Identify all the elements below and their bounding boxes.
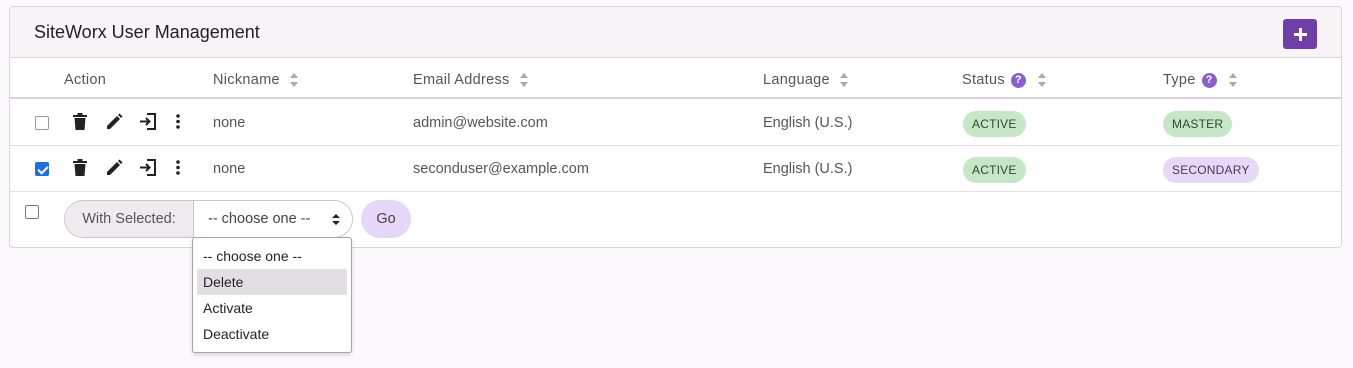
email-cell: admin@website.com [413, 115, 548, 131]
dropdown-option-deactivate[interactable]: Deactivate [197, 321, 347, 347]
go-button[interactable]: Go [361, 200, 411, 238]
type-badge: SECONDARY [1163, 157, 1259, 183]
dropdown-option-delete[interactable]: Delete [197, 269, 347, 295]
bulk-action-dropdown: -- choose one -- Delete Activate Deactiv… [192, 237, 352, 353]
help-icon[interactable]: ? [1010, 72, 1026, 88]
column-label: Type [1163, 72, 1196, 88]
sort-icon[interactable] [1037, 73, 1047, 87]
trash-icon[interactable] [73, 159, 89, 177]
row-checkbox[interactable] [35, 116, 49, 130]
column-header-status[interactable]: Status ? [962, 72, 1047, 88]
language-cell: English (U.S.) [763, 161, 853, 177]
dropdown-option-activate[interactable]: Activate [197, 295, 347, 321]
login-icon[interactable] [139, 159, 156, 177]
with-selected-label: With Selected: [65, 201, 194, 237]
select-value: -- choose one -- [208, 211, 311, 227]
bulk-action-select[interactable]: -- choose one -- [194, 201, 352, 237]
row-checkbox[interactable] [35, 162, 49, 176]
table-row: none seconduser@example.com English (U.S… [10, 146, 1341, 192]
column-header-email[interactable]: Email Address [413, 72, 529, 88]
column-header-nickname[interactable]: Nickname [213, 72, 299, 88]
status-badge: ACTIVE [963, 111, 1026, 137]
bulk-action-group: With Selected: -- choose one -- [64, 200, 353, 238]
column-label: Status [962, 72, 1005, 88]
plus-icon [1293, 27, 1307, 41]
login-icon[interactable] [139, 113, 156, 131]
nickname-cell: none [213, 161, 246, 177]
sort-icon[interactable] [289, 73, 299, 87]
column-header-language[interactable]: Language [763, 72, 849, 88]
pencil-icon[interactable] [106, 159, 123, 177]
help-icon[interactable]: ? [1201, 72, 1217, 88]
status-badge: ACTIVE [963, 157, 1026, 183]
pencil-icon[interactable] [106, 113, 123, 131]
column-header-action: Action [64, 72, 106, 88]
sort-icon[interactable] [1228, 73, 1238, 87]
more-vertical-icon[interactable] [175, 113, 191, 131]
column-label: Action [64, 72, 107, 88]
column-header-type[interactable]: Type ? [1163, 72, 1238, 88]
sort-icon[interactable] [839, 73, 849, 87]
type-badge: MASTER [1163, 111, 1233, 137]
table-row: none admin@website.com English (U.S.) AC… [10, 100, 1341, 146]
sort-icon[interactable] [519, 73, 529, 87]
email-cell: seconduser@example.com [413, 161, 589, 177]
select-all-checkbox[interactable] [25, 205, 39, 219]
table-header: Action Nickname Email Address Language S… [10, 59, 1341, 99]
column-label: Email Address [413, 72, 510, 88]
language-cell: English (U.S.) [763, 115, 853, 131]
dropdown-option-choose-one[interactable]: -- choose one -- [197, 243, 347, 269]
trash-icon[interactable] [73, 113, 89, 131]
panel-header: SiteWorx User Management [10, 7, 1341, 58]
page-title: SiteWorx User Management [34, 22, 260, 42]
more-vertical-icon[interactable] [175, 159, 191, 177]
select-arrows-icon [332, 214, 340, 225]
nickname-cell: none [213, 115, 246, 131]
add-user-button[interactable] [1283, 19, 1317, 49]
column-label: Language [763, 72, 830, 88]
column-label: Nickname [213, 72, 280, 88]
